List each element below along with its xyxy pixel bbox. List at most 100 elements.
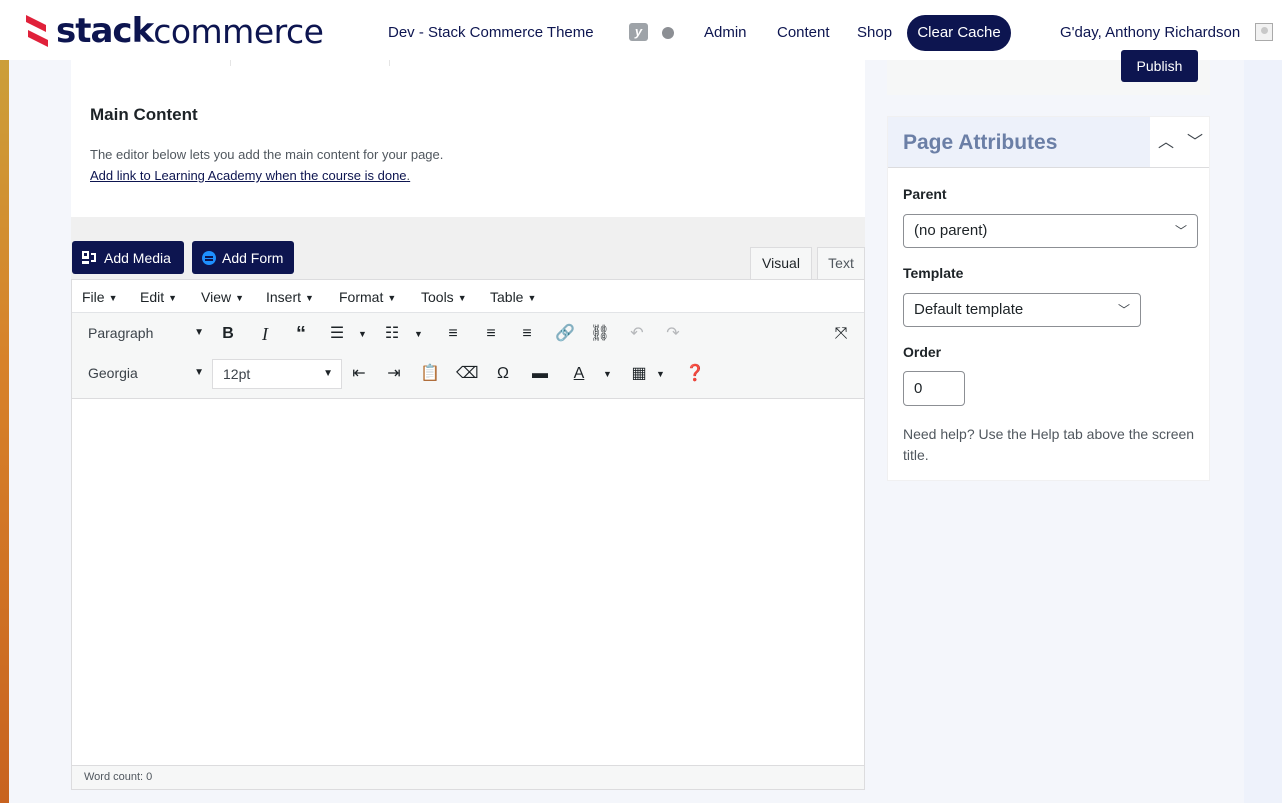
undo-icon[interactable]: ↶ [626,323,648,345]
panel-tab-stub [231,60,390,66]
italic-icon[interactable]: I [254,323,276,345]
nav-shop[interactable]: Shop [857,24,892,41]
menu-insert-label: Insert [266,289,302,305]
chevron-down-icon: ▼ [235,293,245,303]
parent-label: Parent [903,186,947,202]
learning-academy-link-row: Add link to Learning Academy when the co… [90,168,410,183]
outdent-icon[interactable]: ⇤ [348,363,370,385]
chevron-down-icon: ▼ [387,293,397,303]
menu-edit[interactable]: Edit ▼ [140,289,177,305]
user-avatar[interactable] [1255,23,1273,41]
stack-commerce-logo[interactable]: stack commerce [22,8,324,54]
media-icon [82,250,98,265]
order-input[interactable]: 0 [903,371,965,406]
menu-view-label: View [201,289,232,305]
logo-text-bold: stack [56,11,154,51]
word-count-status: Word count: 0 [72,765,864,789]
yoast-icon[interactable]: y [629,23,648,41]
redo-icon[interactable]: ↷ [662,323,684,345]
special-character-icon[interactable]: Ω [492,363,514,385]
editor-content-area[interactable] [72,399,864,765]
nav-content[interactable]: Content [777,24,830,41]
indent-icon[interactable]: ⇥ [383,363,405,385]
nav-admin[interactable]: Admin [704,24,747,41]
text-color-icon[interactable]: A [568,363,590,385]
menu-edit-label: Edit [140,289,165,305]
menu-file-label: File [82,289,105,305]
chevron-down-icon[interactable]: ▼ [603,369,612,379]
horizontal-line-icon[interactable]: ▬ [529,363,551,385]
editor-menubar: File ▼ Edit ▼ View ▼ Insert ▼ Format ▼ Tools ▼… [72,280,864,313]
add-media-label: Add Media [104,249,171,266]
order-label: Order [903,344,942,360]
format-select[interactable]: Paragraph ▼ [78,319,208,349]
chevron-down-icon[interactable]: ▼ [656,369,665,379]
menu-format[interactable]: Format ▼ [339,289,396,305]
chevron-down-icon: ﹀ [1117,303,1130,317]
chevron-down-icon[interactable]: ▼ [414,329,423,339]
menu-view[interactable]: View ▼ [201,289,244,305]
site-name-link[interactable]: Dev - Stack Commerce Theme [388,24,594,41]
bold-icon[interactable]: B [217,323,239,345]
divider [888,167,1209,168]
clear-cache-button[interactable]: Clear Cache [907,15,1011,51]
menu-insert[interactable]: Insert ▼ [266,289,314,305]
tab-text[interactable]: Text [817,247,865,280]
paste-text-icon[interactable]: 📋 [419,363,441,385]
align-right-icon[interactable]: ≡ [516,323,538,345]
parent-select[interactable]: (no parent) ﹀ [903,214,1198,248]
unlink-icon[interactable]: ⛓ [589,323,611,345]
format-select-value: Paragraph [88,325,154,341]
chevron-down-icon: ▼ [527,293,537,303]
blockquote-icon[interactable]: “ [290,323,312,345]
link-icon[interactable]: 🔗 [554,323,576,345]
main-content-description: The editor below lets you add the main c… [90,147,444,162]
chevron-down-icon: ﹀ [1174,224,1187,238]
chevron-down-icon: ▼ [323,368,333,379]
form-icon [202,250,216,265]
clear-formatting-icon[interactable]: ⌫ [456,363,479,385]
chevron-down-icon: ▼ [168,293,178,303]
align-left-icon[interactable]: ≡ [442,323,464,345]
fullscreen-icon[interactable]: ⤧ [830,323,852,345]
chevron-down-icon[interactable]: ▼ [358,329,367,339]
menu-tools-label: Tools [421,289,454,305]
chevron-down-icon: ▼ [457,293,467,303]
template-select[interactable]: Default template ﹀ [903,293,1141,327]
chevron-up-icon[interactable]: ︿ [1156,133,1176,153]
status-dot-icon[interactable] [662,27,674,39]
menu-table[interactable]: Table ▼ [490,289,536,305]
tinymce-editor: File ▼ Edit ▼ View ▼ Insert ▼ Format ▼ Tools ▼… [71,279,865,790]
add-form-button[interactable]: Add Form [192,241,294,274]
admin-topbar: stack commerce Dev - Stack Commerce Theme… [0,0,1282,60]
main-content-title: Main Content [90,105,198,124]
font-size-value: 12pt [223,366,251,382]
menu-tools[interactable]: Tools ▼ [421,289,467,305]
tab-visual[interactable]: Visual [750,247,812,280]
logo-text-light: commerce [153,11,324,51]
chevron-down-icon[interactable]: ﹀ [1185,133,1205,153]
user-greeting[interactable]: G'day, Anthony Richardson [1060,24,1240,41]
chevron-down-icon: ▼ [194,367,204,378]
font-size-select[interactable]: 12pt ▼ [212,359,342,389]
add-media-button[interactable]: Add Media [72,241,184,274]
add-form-label: Add Form [222,249,284,266]
help-icon[interactable]: ❓ [684,363,706,385]
bullet-list-icon[interactable]: ☰ [326,323,348,345]
template-label: Template [903,265,964,281]
menu-file[interactable]: File ▼ [82,289,117,305]
learning-academy-link[interactable]: Add link to Learning Academy when the co… [90,168,407,183]
template-select-value: Default template [914,301,1024,318]
panel-tab-stub [71,60,231,66]
align-center-icon[interactable]: ≡ [480,323,502,345]
publish-button[interactable]: Publish [1121,50,1198,82]
font-family-select[interactable]: Georgia ▼ [78,359,208,389]
stack-logo-icon [26,15,48,47]
page-attributes-title: Page Attributes [903,131,1058,154]
chevron-down-icon: ▼ [305,293,314,303]
chevron-down-icon: ▼ [108,293,118,303]
numbered-list-icon[interactable]: ☷ [381,323,403,345]
table-icon[interactable]: ▦ [628,363,650,385]
help-text: Need help? Use the Help tab above the sc… [903,426,1195,463]
page-attributes-panel: Page Attributes ︿ ﹀ Parent (no parent) ﹀… [887,116,1210,481]
